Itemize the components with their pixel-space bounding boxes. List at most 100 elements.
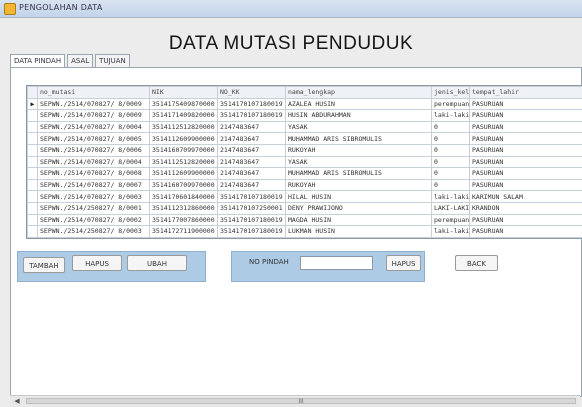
table-cell[interactable]: laki-laki [431, 190, 470, 203]
table-cell[interactable]: SEPWN./2514/070827/ 8/0009 [37, 109, 150, 122]
table-cell[interactable]: PASURUAN [469, 155, 582, 169]
tab-data-pindah[interactable]: DATA PINDAH [10, 54, 66, 68]
table-row[interactable]: SEPWN./2514/250827/ 8/0001 35141123128600… [27, 201, 582, 215]
table-cell[interactable]: HUSIN ABDURAHMAN [285, 109, 432, 122]
row-selector[interactable] [27, 213, 38, 227]
table-cell[interactable]: 3514170107180019 [217, 97, 286, 111]
table-cell[interactable]: RUKOYAH [285, 143, 432, 157]
table-cell[interactable]: 3514172711900000 [149, 225, 218, 238]
table-cell[interactable]: YASAK [285, 155, 432, 169]
column-header[interactable]: jenis_kelamin [431, 86, 470, 99]
table-cell[interactable]: 2147483647 [217, 143, 286, 157]
row-selector[interactable] [27, 120, 38, 134]
table-cell[interactable]: SEPWN./2514/070827/ 8/0006 [37, 143, 150, 157]
table-cell[interactable]: 3514112609900000 [149, 167, 218, 180]
table-cell[interactable]: MUHAMMAD ARIS SIBROMULIS [285, 167, 432, 180]
column-header[interactable]: no_mutasi [37, 86, 150, 99]
table-cell[interactable]: 2147483647 [217, 120, 286, 134]
table-cell[interactable]: 3514177007860000 [149, 213, 218, 227]
table-cell[interactable]: 2147483647 [217, 155, 286, 169]
table-cell[interactable]: 2147483647 [217, 132, 286, 145]
table-cell[interactable]: perempuan [431, 97, 470, 111]
column-header[interactable]: tempat_lahir [469, 86, 582, 99]
table-cell[interactable]: 3514112512820000 [149, 155, 218, 169]
table-cell[interactable]: KARIMUN SALAM [469, 190, 582, 203]
table-cell[interactable]: 0 [431, 143, 470, 157]
table-cell[interactable]: 3514170107180019 [217, 213, 286, 227]
table-cell[interactable]: KRANDON [469, 201, 582, 215]
table-cell[interactable]: 3514170107180019 [217, 190, 286, 203]
table-row[interactable]: SEPWN./2514/070827/ 8/0003 35141706018400… [27, 190, 582, 203]
table-row[interactable]: SEPWN./2514/070827/ 8/0002 35141770078600… [27, 213, 582, 227]
table-row[interactable]: ▶ SEPWN./2514/070827/ 8/0009 3514175409870… [27, 97, 582, 111]
table-cell[interactable]: laki-laki [431, 109, 470, 122]
table-cell[interactable]: SEPWN./2514/070827/ 8/0009 [37, 97, 150, 111]
table-cell[interactable]: MAGDA HUSIN [285, 213, 432, 227]
table-cell[interactable]: PASURUAN [469, 120, 582, 134]
table-cell[interactable]: 2147483647 [217, 167, 286, 180]
row-selector[interactable] [27, 201, 38, 215]
scroll-left-arrow-icon[interactable]: ◀ [12, 397, 22, 406]
table-cell[interactable]: PASURUAN [469, 109, 582, 122]
table-cell[interactable]: SEPWN./2514/070827/ 8/0002 [37, 213, 150, 227]
back-button[interactable]: BACK [455, 255, 498, 271]
table-cell[interactable]: 3514175409870000 [149, 97, 218, 111]
table-cell[interactable]: 3514112609900000 [149, 132, 218, 145]
table-row[interactable]: SEPWN./2514/070827/ 8/0004 35141125128200… [27, 120, 582, 134]
table-cell[interactable]: 0 [431, 120, 470, 134]
tab-asal[interactable]: ASAL [67, 54, 94, 67]
no-pindah-input[interactable] [300, 256, 373, 270]
row-selector[interactable] [27, 190, 38, 203]
table-cell[interactable]: YASAK [285, 120, 432, 134]
table-cell[interactable]: 3514170107180019 [217, 225, 286, 238]
table-cell[interactable]: 3514171409820000 [149, 109, 218, 122]
table-cell[interactable]: LUKMAN HUSIN [285, 225, 432, 238]
table-cell[interactable]: PASURUAN [469, 178, 582, 192]
row-selector[interactable] [27, 155, 38, 169]
table-cell[interactable]: 3514170107250001 [217, 201, 286, 215]
table-cell[interactable]: HILAL HUSIN [285, 190, 432, 203]
current-row-pointer-icon[interactable]: ▶ [27, 97, 38, 111]
table-cell[interactable]: perempuan [431, 213, 470, 227]
hapus-button[interactable]: HAPUS [72, 255, 122, 271]
table-cell[interactable]: 3514170107180019 [217, 109, 286, 122]
table-cell[interactable]: 3514160709970000 [149, 178, 218, 192]
table-row[interactable]: SEPWN./2514/070827/ 8/0008 35141126099000… [27, 167, 582, 180]
table-cell[interactable]: SEPWN./2514/070827/ 8/0007 [37, 178, 150, 192]
hapus-by-number-button[interactable]: HAPUS [386, 255, 421, 271]
scroll-thumb[interactable]: III [26, 398, 576, 405]
row-selector[interactable] [27, 167, 38, 180]
table-cell[interactable]: 3514112512820000 [149, 120, 218, 134]
table-cell[interactable]: 0 [431, 167, 470, 180]
table-cell[interactable]: PASURUAN [469, 97, 582, 111]
table-cell[interactable]: 0 [431, 178, 470, 192]
row-selector[interactable] [27, 132, 38, 145]
table-row[interactable]: SEPWN./2514/070827/ 8/0004 35141125128200… [27, 155, 582, 169]
table-cell[interactable]: PASURUAN [469, 132, 582, 145]
table-row[interactable]: SEPWN./2514/250827/ 8/0003 35141727119000… [27, 225, 582, 238]
ubah-button[interactable]: UBAH [127, 255, 187, 271]
table-cell[interactable]: SEPWN./2514/070827/ 8/0004 [37, 120, 150, 134]
tambah-button[interactable]: TAMBAH [23, 257, 65, 273]
table-row[interactable]: SEPWN./2514/070827/ 8/0007 35141607099700… [27, 178, 582, 192]
table-cell[interactable]: SEPWN./2514/070827/ 8/0003 [37, 190, 150, 203]
table-row[interactable]: SEPWN./2514/070827/ 8/0005 35141126099000… [27, 132, 582, 145]
table-cell[interactable]: PASURUAN [469, 143, 582, 157]
table-cell[interactable]: SEPWN./2514/070827/ 8/0004 [37, 155, 150, 169]
table-cell[interactable]: RUKOYAH [285, 178, 432, 192]
row-selector[interactable] [27, 143, 38, 157]
table-cell[interactable]: PASURUAN [469, 225, 582, 238]
table-row[interactable]: SEPWN./2514/070827/ 8/0009 35141714098200… [27, 109, 582, 122]
row-selector[interactable] [27, 109, 38, 122]
table-row[interactable]: SEPWN./2514/070827/ 8/0006 35141607099700… [27, 143, 582, 157]
table-cell[interactable]: 3514170601840000 [149, 190, 218, 203]
table-cell[interactable]: PASURUAN [469, 167, 582, 180]
horizontal-scrollbar[interactable]: ◀ III [10, 395, 580, 407]
table-cell[interactable]: MUHAMMAD ARIS SIBROMULIS [285, 132, 432, 145]
row-selector[interactable] [27, 225, 38, 238]
table-cell[interactable]: AZALEA HUSIN [285, 97, 432, 111]
column-header[interactable]: NIK [149, 86, 218, 99]
table-cell[interactable]: SEPWN./2514/250827/ 8/0001 [37, 201, 150, 215]
column-header[interactable]: nama_lengkap [285, 86, 432, 99]
mutasi-data-grid[interactable]: no_mutasi NIK NO_KK nama_lengkap jenis_k… [26, 85, 582, 239]
